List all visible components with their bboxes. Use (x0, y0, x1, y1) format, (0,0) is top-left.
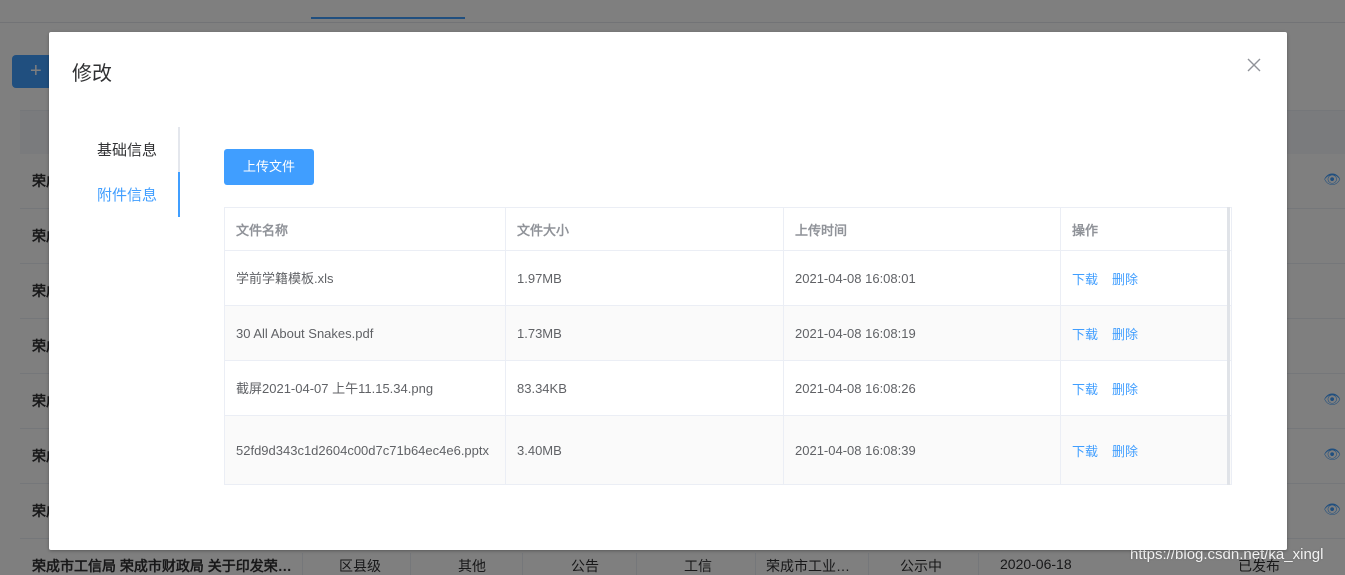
download-link[interactable]: 下载 (1072, 441, 1098, 460)
close-icon[interactable] (1246, 58, 1262, 74)
tab-attachment-info[interactable]: 附件信息 (79, 176, 178, 216)
file-size: 1.73MB (506, 306, 784, 360)
actions-cell: 下载 删除 (1061, 251, 1231, 305)
file-name: 学前学籍模板.xls (236, 270, 334, 286)
delete-link[interactable]: 删除 (1112, 324, 1138, 343)
file-name: 截屏2021-04-07 上午11.15.34.png (236, 380, 434, 396)
table-row: 学前学籍模板.xls 1.97MB 2021-04-08 16:08:01 下载… (225, 251, 1231, 306)
file-name: 52fd9d343c1d2604c00d7c71b64ec4e6.pptx (236, 442, 490, 458)
table-scrollbar[interactable] (1227, 207, 1230, 485)
file-table: 文件名称 文件大小 上传时间 操作 学前学籍模板.xls 1.97MB 2021… (224, 207, 1232, 485)
dialog-title: 修改 (72, 63, 112, 85)
vertical-tabs: 基础信息 附件信息 (79, 127, 180, 217)
download-link[interactable]: 下载 (1072, 324, 1098, 343)
column-header-time[interactable]: 上传时间 (784, 208, 1061, 250)
table-row: 52fd9d343c1d2604c00d7c71b64ec4e6.pptx 3.… (225, 416, 1231, 485)
upload-file-button[interactable]: 上传文件 (224, 149, 314, 185)
delete-link[interactable]: 删除 (1112, 441, 1138, 460)
file-size: 3.40MB (506, 416, 784, 484)
delete-link[interactable]: 删除 (1112, 269, 1138, 288)
active-tab-bar (178, 172, 180, 217)
column-header-actions: 操作 (1072, 222, 1099, 238)
table-row: 30 All About Snakes.pdf 1.73MB 2021-04-0… (225, 306, 1231, 361)
file-size: 1.97MB (506, 251, 784, 305)
column-header-name[interactable]: 文件名称 (225, 208, 506, 250)
download-link[interactable]: 下载 (1072, 269, 1098, 288)
file-name-cell: 30 All About Snakes.pdf (225, 306, 506, 360)
delete-link[interactable]: 删除 (1112, 379, 1138, 398)
close-icon-glyph (1247, 58, 1261, 72)
table-header: 文件名称 文件大小 上传时间 操作 (225, 208, 1231, 251)
actions-cell: 下载 删除 (1061, 306, 1231, 360)
table-row: 截屏2021-04-07 上午11.15.34.png 83.34KB 2021… (225, 361, 1231, 416)
upload-time: 2021-04-08 16:08:01 (784, 251, 1061, 305)
actions-cell: 下载 删除 (1061, 416, 1231, 484)
download-link[interactable]: 下载 (1072, 379, 1098, 398)
file-name-cell: 52fd9d343c1d2604c00d7c71b64ec4e6.pptx (225, 416, 506, 484)
tab-basic-info[interactable]: 基础信息 (79, 131, 178, 171)
file-name-cell: 学前学籍模板.xls (225, 251, 506, 305)
upload-time: 2021-04-08 16:08:39 (784, 416, 1061, 484)
column-header-size[interactable]: 文件大小 (506, 208, 784, 250)
file-size: 83.34KB (506, 361, 784, 415)
upload-time: 2021-04-08 16:08:19 (784, 306, 1061, 360)
edit-dialog: 修改 基础信息 附件信息 上传文件 文件名称 文件大小 上传时间 操作 学前学籍… (49, 32, 1287, 550)
upload-time: 2021-04-08 16:08:26 (784, 361, 1061, 415)
file-name: 30 All About Snakes.pdf (236, 325, 374, 341)
file-name-cell: 截屏2021-04-07 上午11.15.34.png (225, 361, 506, 415)
actions-cell: 下载 删除 (1061, 361, 1231, 415)
